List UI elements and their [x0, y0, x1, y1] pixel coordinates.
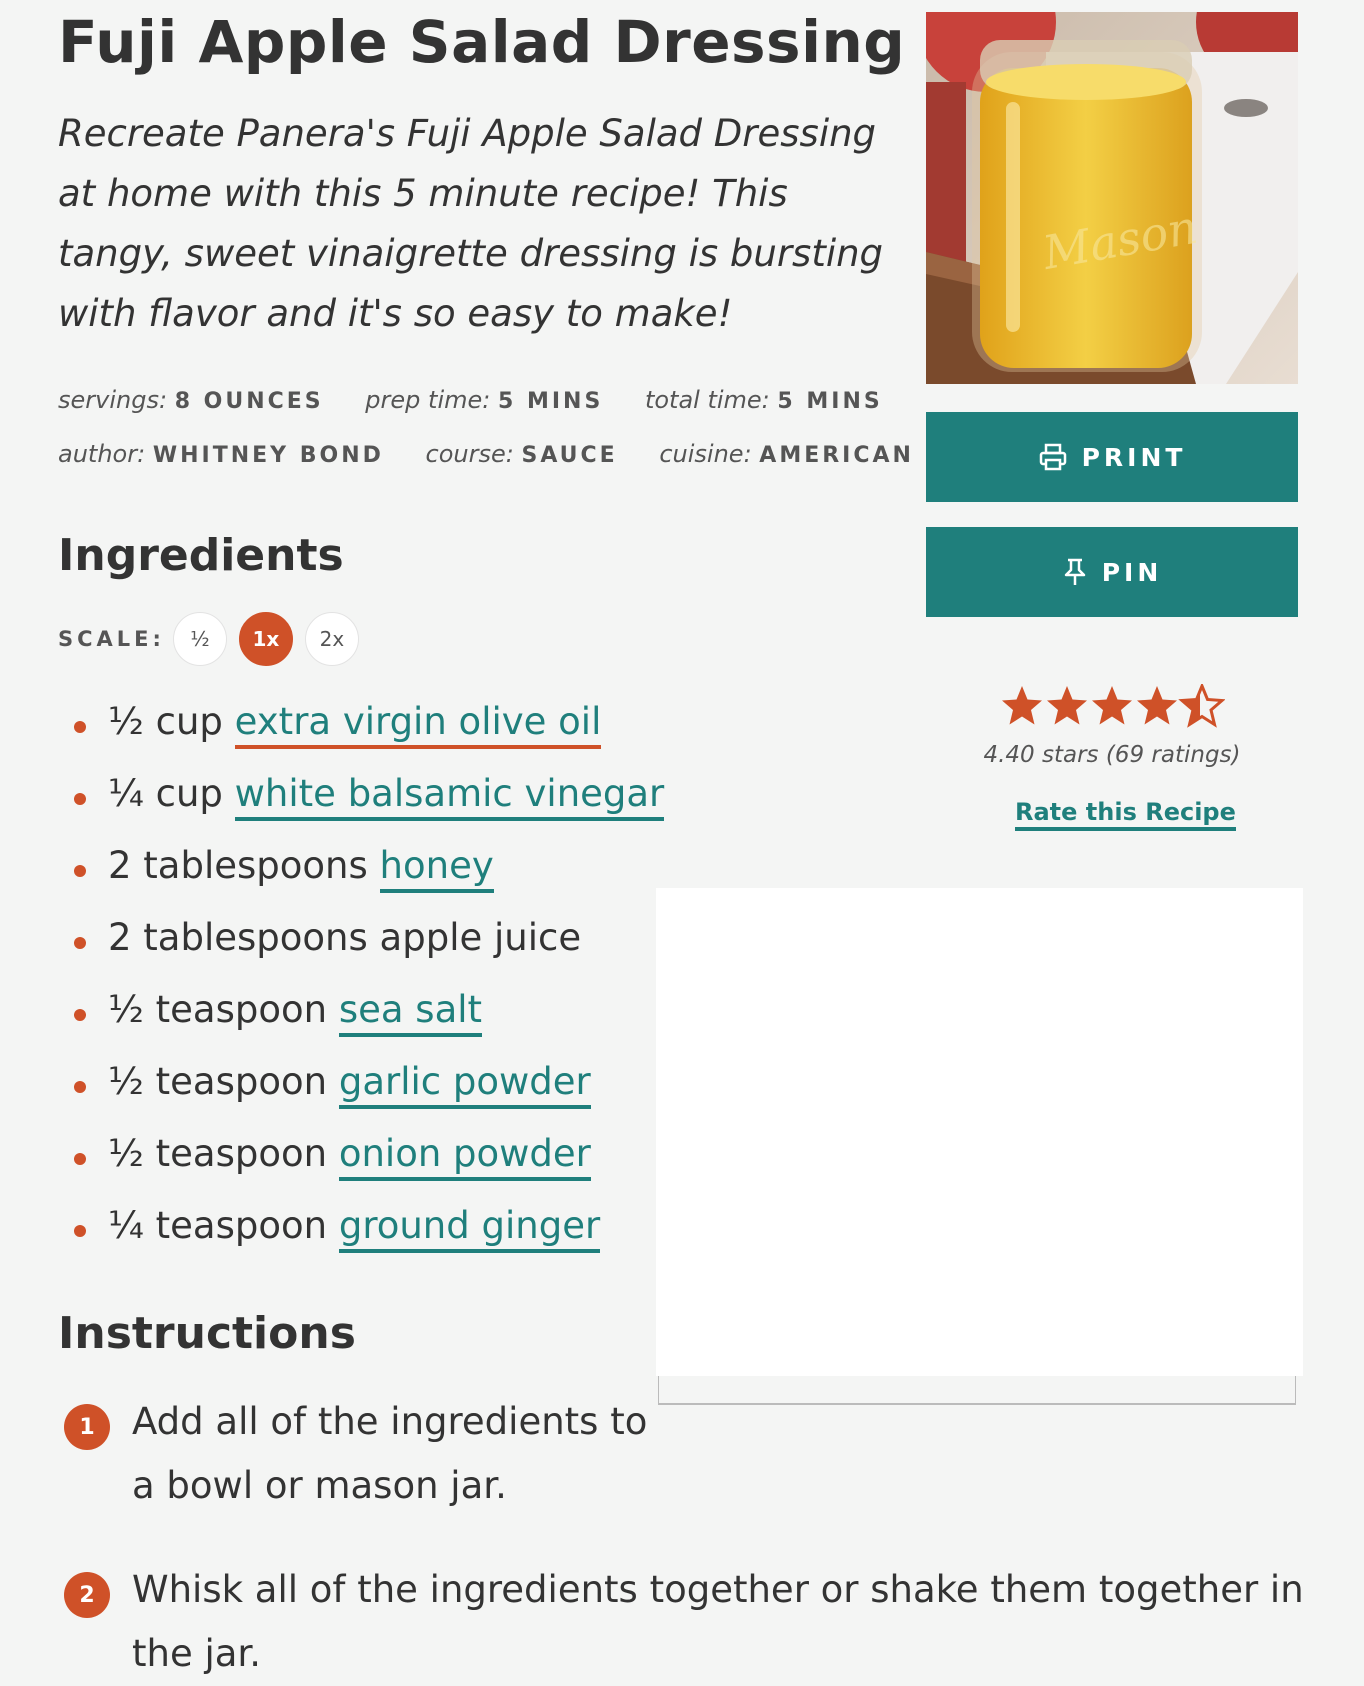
pin-button[interactable]: PIN: [926, 527, 1298, 617]
mason-jar-photo: Mason: [926, 12, 1298, 384]
ingredient-name: apple juice: [379, 916, 582, 959]
scale-half-button[interactable]: ½: [172, 612, 227, 666]
meta-prep-time: prep time: 5 mins: [365, 386, 611, 414]
meta-total-label: total time:: [644, 386, 770, 414]
ingredient-item: ½ teaspoon onion powder: [58, 1132, 664, 1204]
ingredient-link[interactable]: garlic powder: [338, 1060, 591, 1109]
meta-cuisine-value: American: [759, 443, 914, 468]
meta-prep-label: prep time:: [365, 386, 491, 414]
recipe-photo: Mason: [926, 12, 1298, 384]
instruction-step: 2 Whisk all of the ingredients together …: [64, 1558, 1314, 1686]
step-text-line: the jar.: [132, 1632, 262, 1675]
ingredient-link[interactable]: white balsamic vinegar: [234, 772, 665, 821]
scale-1x-button[interactable]: 1x: [238, 612, 293, 666]
ingredient-amount: 2 tablespoons: [108, 844, 368, 887]
step-text: Add all of the ingredients to a bowl or …: [132, 1390, 647, 1518]
pushpin-icon: [1064, 558, 1085, 585]
pin-button-label: PIN: [1101, 557, 1163, 587]
ingredient-amount: ½ cup: [108, 700, 223, 743]
recipe-meta-row-1: servings: 8 ounces prep time: 5 mins tot…: [58, 386, 917, 414]
recipe-meta-row-2: author: Whitney Bond course: Sauce cuisi…: [58, 440, 948, 468]
step-text-line: a bowl or mason jar.: [132, 1464, 507, 1507]
rating-summary: 4.40 stars (69 ratings): [983, 742, 1241, 768]
ingredient-item: ¼ cup white balsamic vinegar: [58, 772, 665, 844]
recipe-title: Fuji Apple Salad Dressing: [58, 8, 906, 76]
meta-total-time: total time: 5 mins: [645, 386, 883, 414]
ingredient-item: ½ teaspoon sea salt: [58, 988, 664, 1060]
ingredient-amount: ¼ teaspoon: [108, 1204, 328, 1247]
ad-slot: [656, 888, 1303, 1376]
scale-label: SCALE:: [58, 627, 165, 651]
print-button-label: PRINT: [1081, 442, 1187, 472]
ingredient-link[interactable]: extra virgin olive oil: [234, 700, 602, 749]
ingredient-item: 2 tablespoons honey: [58, 844, 664, 916]
instructions-heading: Instructions: [58, 1308, 356, 1359]
meta-course: course: Sauce: [426, 440, 626, 468]
step-text-line: Add all of the ingredients to: [132, 1400, 648, 1443]
step-number: 1: [64, 1404, 110, 1450]
ingredient-amount: ½ teaspoon: [108, 988, 328, 1031]
ingredients-heading: Ingredients: [58, 530, 344, 581]
ad-slot-border: [658, 1376, 1296, 1405]
scale-2x-button[interactable]: 2x: [304, 612, 359, 666]
meta-servings-label: servings:: [58, 386, 168, 414]
instruction-step: 1 Add all of the ingredients to a bowl o…: [64, 1390, 664, 1518]
step-text: Whisk all of the ingredients together or…: [132, 1558, 1304, 1686]
ingredient-amount: 2 tablespoons: [108, 916, 368, 959]
meta-total-value: 5 mins: [777, 389, 883, 414]
rating-stars[interactable]: [1000, 684, 1225, 728]
meta-prep-value: 5 mins: [497, 389, 604, 414]
meta-cuisine-label: cuisine:: [659, 440, 752, 468]
scale-selector: SCALE: ½ 1x 2x: [58, 612, 371, 666]
ingredient-amount: ¼ cup: [108, 772, 223, 815]
rate-recipe-link[interactable]: Rate this Recipe: [1015, 798, 1236, 831]
star-rating-icon[interactable]: [1000, 684, 1225, 728]
meta-servings-value: 8 ounces: [174, 389, 324, 414]
meta-course-label: course:: [425, 440, 514, 468]
printer-icon: [1039, 443, 1066, 471]
step-text-line: Whisk all of the ingredients together or…: [132, 1568, 1304, 1611]
ingredient-amount: ½ teaspoon: [108, 1132, 328, 1175]
ingredient-amount: ½ teaspoon: [108, 1060, 328, 1103]
ingredient-link[interactable]: honey: [379, 844, 494, 893]
ingredient-link[interactable]: onion powder: [338, 1132, 591, 1181]
ingredient-item: ¼ teaspoon ground ginger: [58, 1204, 664, 1276]
ingredient-item: ½ teaspoon garlic powder: [58, 1060, 664, 1132]
meta-author: author: Whitney Bond: [58, 440, 392, 468]
meta-author-value: Whitney Bond: [152, 443, 384, 468]
meta-servings: servings: 8 ounces: [58, 386, 331, 414]
meta-cuisine: cuisine: American: [659, 440, 914, 468]
ingredient-link[interactable]: ground ginger: [338, 1204, 601, 1253]
ingredients-list: ½ cup extra virgin olive oil ¼ cup white…: [58, 700, 665, 1276]
ingredient-link[interactable]: sea salt: [338, 988, 483, 1037]
print-button[interactable]: PRINT: [926, 412, 1298, 502]
step-number: 2: [64, 1572, 110, 1618]
meta-author-label: author:: [58, 440, 146, 468]
ingredient-item: ½ cup extra virgin olive oil: [58, 700, 664, 772]
ingredient-item: 2 tablespoons apple juice: [58, 916, 664, 988]
meta-course-value: Sauce: [521, 443, 618, 468]
recipe-summary: Recreate Panera's Fuji Apple Salad Dress…: [58, 112, 884, 335]
